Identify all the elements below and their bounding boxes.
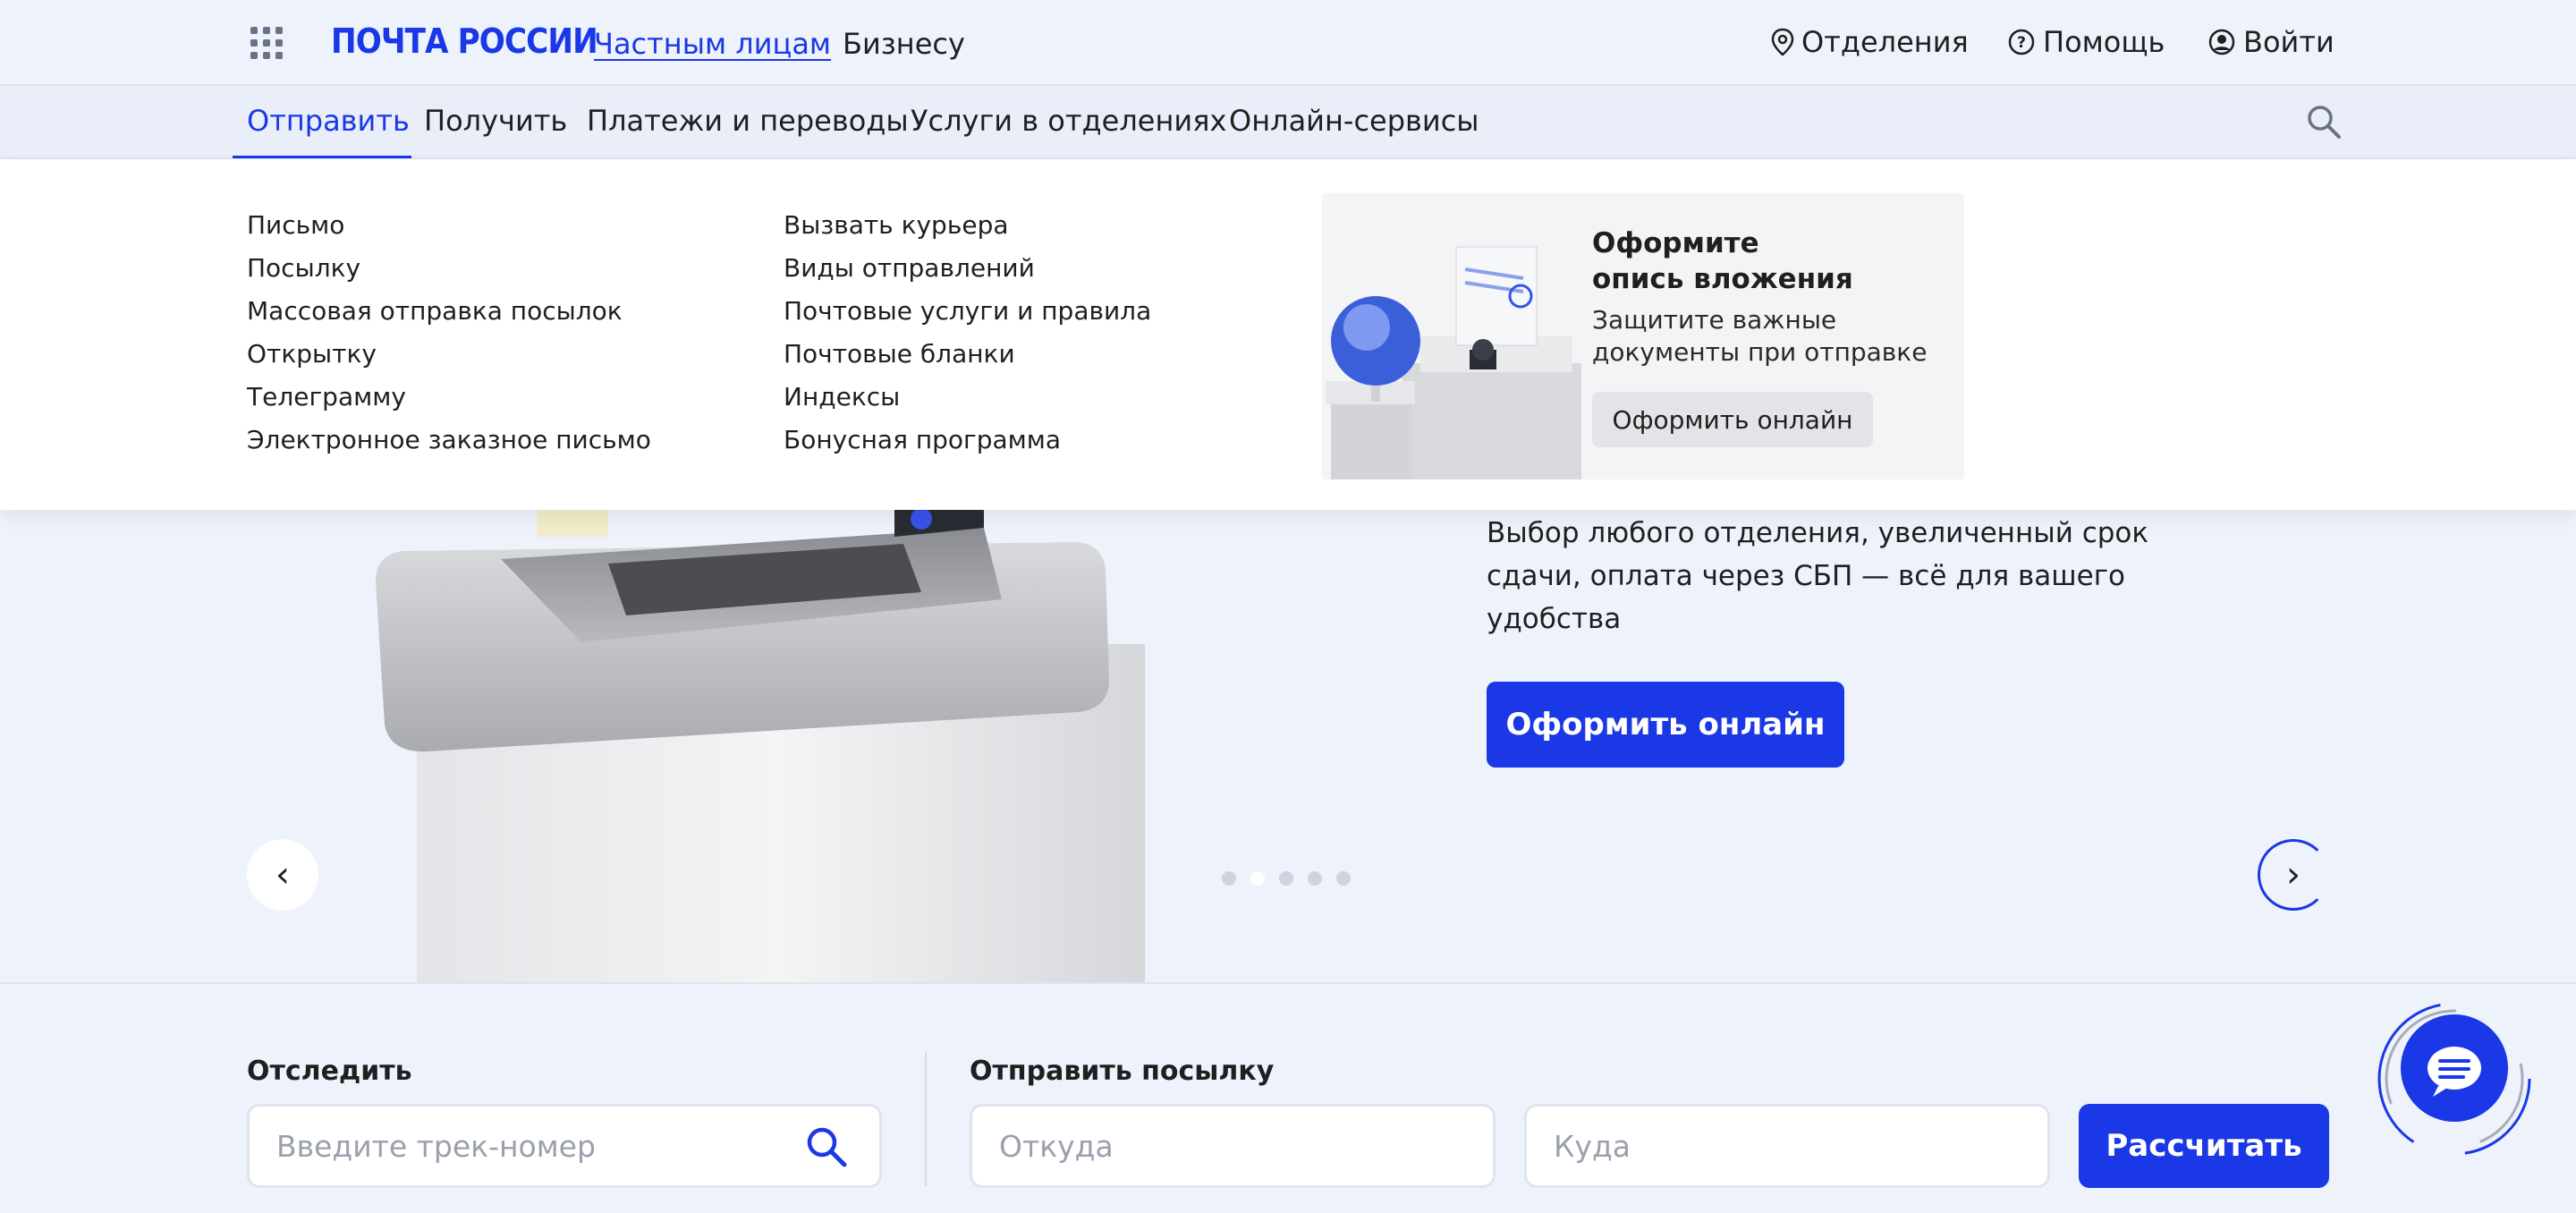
hero-text-line: удобства [1487,603,1622,635]
top-header: ПОЧТА РОССИИ Частным лицам Бизнесу Отдел… [0,0,2576,86]
menu-item-shipment-types[interactable]: Виды отправлений [784,247,1151,290]
user-circle-icon [2208,29,2235,55]
apps-grid-icon[interactable] [250,27,283,59]
svg-text:?: ? [2017,34,2026,52]
search-icon[interactable] [2304,102,2343,141]
nav-receive[interactable]: Получить [424,104,567,138]
help-link[interactable]: ? Помощь [2007,25,2165,59]
tab-private-persons[interactable]: Частным лицам [594,27,831,61]
track-label: Отследить [247,1056,412,1087]
promo-text-line: Защитите важные [1592,305,1837,335]
track-search-icon[interactable] [803,1124,850,1170]
from-input[interactable] [970,1104,1496,1188]
nav-office-services[interactable]: Услуги в отделениях [911,104,1226,138]
carousel-dot[interactable] [1336,871,1351,886]
chat-widget-icon[interactable] [2376,1000,2533,1158]
send-dropdown-menu: Письмо Посылку Массовая отправка посылок… [0,159,2576,510]
nav-active-underline [233,156,411,158]
hero-apply-online-button[interactable]: Оформить онлайн [1487,682,1844,768]
hero-illustration [376,510,1145,984]
offices-label: Отделения [1801,25,1969,59]
carousel-dots [1222,871,1351,886]
promo-text-line: документы при отправке [1592,337,1928,367]
tab-business[interactable]: Бизнесу [843,27,965,61]
menu-item-postal-forms[interactable]: Почтовые бланки [784,333,1151,376]
hero-banner [0,510,2576,984]
hero-description: Выбор любого отделения, увеличенный срок… [1487,512,2166,640]
track-number-input[interactable] [247,1104,882,1188]
menu-item-parcel[interactable]: Посылку [247,247,651,290]
nav-online-services[interactable]: Онлайн-сервисы [1229,104,1479,138]
calculate-button[interactable]: Рассчитать [2079,1104,2329,1188]
nav-send[interactable]: Отправить [247,104,410,138]
location-pin-icon [1771,28,1794,56]
dropdown-column-2: Вызвать курьера Виды отправлений Почтовы… [784,204,1151,462]
menu-item-postal-rules[interactable]: Почтовые услуги и правила [784,290,1151,333]
carousel-dot[interactable] [1222,871,1236,886]
menu-item-call-courier[interactable]: Вызвать курьера [784,204,1151,247]
panel-divider [925,1052,927,1186]
nav-payments[interactable]: Платежи и переводы [587,104,909,138]
menu-item-indexes[interactable]: Индексы [784,376,1151,419]
promo-title-line: опись вложения [1592,263,1853,295]
promo-description: Защитите важные документы при отправке [1592,304,1950,369]
login-link[interactable]: Войти [2207,25,2334,59]
menu-item-bonus-program[interactable]: Бонусная программа [784,419,1151,462]
carousel-dot[interactable] [1279,871,1293,886]
menu-item-e-registered-letter[interactable]: Электронное заказное письмо [247,419,651,462]
carousel-prev-button[interactable]: ‹ [247,839,318,911]
menu-item-postcard[interactable]: Открытку [247,333,651,376]
menu-item-letter[interactable]: Письмо [247,204,651,247]
hero-text-line: сдачи, оплата через СБП — всё для вашего [1487,560,2125,592]
login-label: Войти [2243,25,2334,59]
send-parcel-label: Отправить посылку [970,1056,1275,1087]
menu-item-telegram[interactable]: Телеграмму [247,376,651,419]
dropdown-column-1: Письмо Посылку Массовая отправка посылок… [247,204,651,462]
promo-title-line: Оформите [1592,227,1759,259]
to-input[interactable] [1524,1104,2050,1188]
hero-text-line: Выбор любого отделения, увеличенный срок [1487,517,2149,549]
promo-apply-online-button[interactable]: Оформить онлайн [1592,392,1873,447]
logo[interactable]: ПОЧТА РОССИИ [331,21,598,61]
promo-title: Оформите опись вложения [1592,225,1932,297]
help-circle-icon: ? [2008,29,2035,55]
help-label: Помощь [2043,25,2165,59]
menu-item-bulk-parcels[interactable]: Массовая отправка посылок [247,290,651,333]
promo-card[interactable]: Оформите опись вложения Защитите важные … [1322,193,1964,479]
carousel-dot[interactable] [1308,871,1322,886]
offices-link[interactable]: Отделения [1771,25,1969,59]
carousel-next-button[interactable]: › [2258,839,2329,911]
carousel-dot-active[interactable] [1250,871,1265,886]
promo-illustration [1326,246,1581,479]
